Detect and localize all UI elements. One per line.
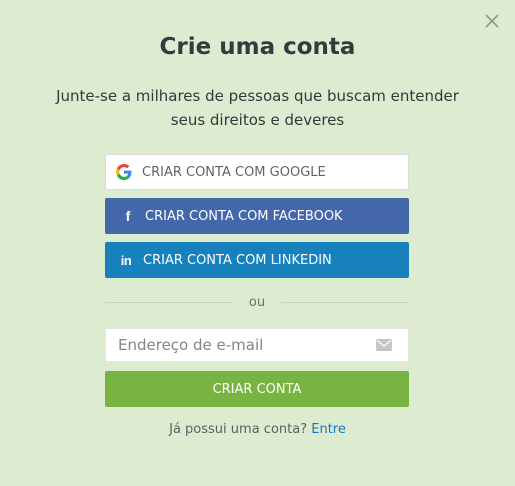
envelope-icon: [376, 339, 392, 351]
facebook-signup-button[interactable]: f CRIAR CONTA COM FACEBOOK: [105, 198, 409, 234]
login-link[interactable]: Entre: [311, 422, 346, 437]
facebook-icon: f: [125, 208, 131, 224]
linkedin-signup-label: CRIAR CONTA COM LINKEDIN: [143, 252, 332, 268]
close-icon[interactable]: [483, 12, 501, 30]
divider-line-left: [105, 301, 233, 303]
modal-title: Crie uma conta: [159, 34, 356, 60]
google-signup-label: CRIAR CONTA COM GOOGLE: [142, 164, 326, 180]
email-field[interactable]: [106, 328, 376, 362]
google-signup-button[interactable]: CRIAR CONTA COM GOOGLE: [105, 154, 409, 190]
divider-line-right: [281, 301, 410, 303]
modal-subtitle: Junte-se a milhares de pessoas que busca…: [56, 87, 459, 129]
facebook-signup-label: CRIAR CONTA COM FACEBOOK: [145, 208, 343, 224]
google-icon: [116, 164, 132, 180]
divider-text: ou: [248, 294, 266, 310]
login-prompt: Já possui uma conta? Entre: [0, 422, 515, 437]
create-account-button[interactable]: CRIAR CONTA: [105, 371, 409, 407]
login-prompt-text: Já possui uma conta?: [169, 422, 308, 437]
linkedin-icon: in: [120, 252, 132, 268]
email-field-container: [105, 328, 409, 362]
or-divider: ou: [105, 292, 410, 312]
linkedin-signup-button[interactable]: in CRIAR CONTA COM LINKEDIN: [105, 242, 409, 278]
